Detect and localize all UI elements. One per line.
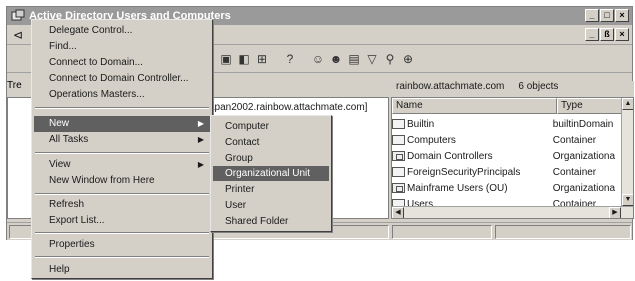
table-row[interactable]: Builtin builtinDomain [392,116,621,132]
row-name: Domain Controllers [407,150,493,162]
inner-minimize-button[interactable]: _ [585,28,599,41]
menu-separator [35,152,209,154]
submenu-item-organizational-unit[interactable]: Organizational Unit [213,166,329,181]
menu-separator [35,107,209,109]
list-rows: Builtin builtinDomain Computers Containe… [392,116,621,212]
menu-separator [35,256,209,258]
submenu-arrow-icon: ▶ [197,160,204,169]
menu-item-new-window[interactable]: New Window from Here [34,173,210,189]
tree-domain-node[interactable]: apan2002.rainbow.attachmate.com] [209,102,367,113]
name-column-header[interactable]: Name [392,98,557,114]
inner-restore-button[interactable]: ß [600,28,614,41]
row-name: ForeignSecurityPrincipals [407,166,521,178]
table-row[interactable]: Domain Controllers Organizationa [392,148,621,164]
new-submenu: Computer Contact Group Organizational Un… [210,115,332,232]
row-type: Container [552,134,597,146]
menu-separator [35,232,209,234]
menu-item-new[interactable]: New ▶ [34,116,210,132]
filter-toolbar-icon[interactable]: ▽ [365,52,379,66]
table-row[interactable]: Computers Container [392,132,621,148]
row-type: Organizationa [552,150,616,162]
ou-icon [392,183,405,193]
object-count: 6 objects [518,81,559,92]
status-cell-3 [495,225,631,239]
menu-separator [35,193,209,195]
row-type: builtinDomain [552,118,614,130]
menu-item-refresh[interactable]: Refresh [34,197,210,213]
row-type: Organizationa [552,182,616,194]
menu-item-export-list[interactable]: Export List... [34,213,210,229]
submenu-arrow-icon: ▶ [197,119,204,128]
menu-item-connect-dc[interactable]: Connect to Domain Controller... [34,71,210,87]
menu-item-label: New [49,118,70,129]
menu-item-all-tasks[interactable]: All Tasks ▶ [34,132,210,148]
export-toolbar-icon[interactable]: ⊞ [255,52,269,66]
menu-item-label: View [49,159,71,170]
menu-item-connect-domain[interactable]: Connect to Domain... [34,55,210,71]
folder-icon [392,119,405,129]
folder-icon [392,135,405,145]
submenu-item-user[interactable]: User [213,198,329,213]
submenu-item-printer[interactable]: Printer [213,182,329,197]
console-icon[interactable]: ⊲ [13,28,23,42]
submenu-item-computer[interactable]: Computer [213,119,329,134]
submenu-item-contact[interactable]: Contact [213,135,329,150]
menu-item-help[interactable]: Help [34,262,210,278]
submenu-item-shared-folder[interactable]: Shared Folder [213,214,329,229]
add-toolbar-icon[interactable]: ⊕ [401,52,415,66]
ou-icon [392,151,405,161]
vertical-scrollbar[interactable]: ▲ ▼ [621,98,633,206]
status-cell-2 [392,225,492,239]
submenu-item-group[interactable]: Group [213,151,329,166]
new-group-toolbar-icon[interactable]: ☻ [329,52,343,66]
scroll-left-icon[interactable]: ◀ [392,207,404,218]
folder-icon [392,167,405,177]
menu-item-operations-masters[interactable]: Operations Masters... [34,87,210,103]
horizontal-scrollbar[interactable]: ◀ ▶ [392,206,633,218]
row-name: Builtin [407,118,435,130]
tree-tab-label[interactable]: Tre [7,80,22,91]
app-icon [11,9,25,21]
row-name: Computers [407,134,456,146]
close-button[interactable]: × [615,9,629,22]
list-header-info: rainbow.attachmate.com 6 objects [394,81,634,97]
properties-toolbar-icon[interactable]: ▣ [219,52,233,66]
minimize-button[interactable]: _ [585,9,599,22]
scroll-up-icon[interactable]: ▲ [622,98,633,110]
details-list[interactable]: Name Type Builtin builtinDomain Computer… [391,97,634,219]
domain-name: rainbow.attachmate.com [396,81,505,92]
new-user-toolbar-icon[interactable]: ☺ [311,52,325,66]
row-type: Container [552,166,597,178]
menu-item-delegate-control[interactable]: Delegate Control... [34,23,210,39]
menu-item-find[interactable]: Find... [34,39,210,55]
type-column-header[interactable]: Type [557,98,623,114]
find-toolbar-icon[interactable]: ⚲ [383,52,397,66]
scroll-down-icon[interactable]: ▼ [622,194,633,206]
new-ou-toolbar-icon[interactable]: ▤ [347,52,361,66]
maximize-button[interactable]: □ [600,9,614,22]
help-toolbar-icon[interactable]: ◧ [237,52,251,66]
menu-item-view[interactable]: View ▶ [34,157,210,173]
table-row[interactable]: Mainframe Users (OU) Organizationa [392,180,621,196]
submenu-arrow-icon: ▶ [197,135,204,144]
help2-toolbar-icon[interactable]: ? [283,52,297,66]
scroll-right-icon[interactable]: ▶ [609,207,621,218]
table-row[interactable]: ForeignSecurityPrincipals Container [392,164,621,180]
row-name: Mainframe Users (OU) [407,182,508,194]
context-menu: Delegate Control... Find... Connect to D… [31,19,213,279]
menu-item-label: All Tasks [49,134,89,145]
menu-item-properties[interactable]: Properties [34,237,210,253]
list-column-headers: Name Type [392,98,633,114]
inner-close-button[interactable]: × [615,28,629,41]
